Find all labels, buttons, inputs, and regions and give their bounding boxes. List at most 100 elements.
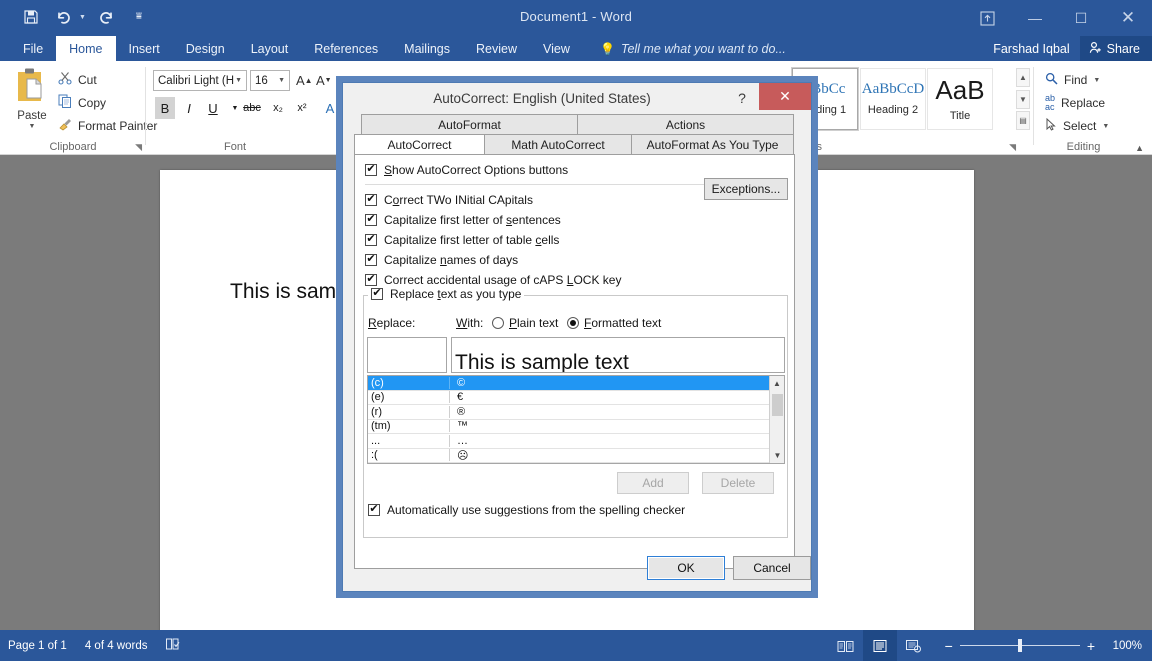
styles-more-icon[interactable]: ▤ — [1016, 111, 1030, 130]
checkbox[interactable]: ✔ — [365, 274, 377, 286]
share-button[interactable]: Share — [1080, 36, 1152, 61]
replace-input[interactable] — [367, 337, 447, 373]
styles-scroll-down-icon[interactable]: ▼ — [1016, 90, 1030, 109]
style-heading-2[interactable]: AaBbCcD Heading 2 — [860, 68, 926, 130]
italic-button[interactable]: I — [179, 97, 199, 119]
help-icon[interactable]: ? — [731, 87, 753, 109]
list-scrollbar[interactable]: ▲ ▼ — [769, 376, 784, 463]
autocorrect-entry-row[interactable]: (tm)™ — [368, 420, 771, 435]
option-replace-text-as-you-type[interactable]: ✔ Replace text as you type — [368, 287, 524, 301]
style-title[interactable]: AaB Title — [927, 68, 993, 130]
account-name[interactable]: Farshad Iqbal — [993, 42, 1079, 56]
minimize-button[interactable]: — — [1012, 0, 1058, 36]
checkbox[interactable]: ✔ — [371, 288, 383, 300]
ribbon-tab-file[interactable]: File — [10, 36, 56, 61]
underline-button[interactable]: U — [203, 97, 223, 119]
maximize-button[interactable]: ☐ — [1058, 0, 1104, 36]
with-input[interactable]: This is sample text — [451, 337, 785, 373]
option-correct-caps-lock[interactable]: ✔ Correct accidental usage of cAPS LOCK … — [365, 273, 621, 287]
radio-formatted-text[interactable]: Formatted text — [567, 316, 661, 330]
autocorrect-entries-list[interactable]: (c)©(e)€(r)®(tm)™...…:(☹ ▲ ▼ — [367, 375, 785, 464]
autocorrect-entry-row[interactable]: :(☹ — [368, 449, 771, 464]
zoom-level[interactable]: 100% — [1102, 640, 1142, 652]
format-painter-button[interactable]: Format Painter — [58, 115, 157, 136]
ribbon-tab-mailings[interactable]: Mailings — [391, 36, 463, 61]
dialog-tab-autoformat-as-you-type[interactable]: AutoFormat As You Type — [631, 134, 794, 155]
styles-scroll-up-icon[interactable]: ▲ — [1016, 68, 1030, 87]
styles-gallery-scrollbar[interactable]: ▲ ▼ ▤ — [1016, 68, 1030, 130]
superscript-button[interactable]: x² — [291, 97, 313, 119]
replace-button[interactable]: abac Replace — [1045, 92, 1105, 114]
option-show-autocorrect-options-buttons[interactable]: ✔ Show AutoCorrect Options buttons — [365, 163, 568, 177]
autocorrect-entry-row[interactable]: (e)€ — [368, 391, 771, 406]
web-layout-view-button[interactable] — [897, 630, 931, 661]
checkbox[interactable]: ✔ — [365, 254, 377, 266]
autocorrect-entry-row[interactable]: (r)® — [368, 405, 771, 420]
add-button[interactable]: Add — [617, 472, 689, 494]
radio-button[interactable] — [567, 317, 579, 329]
select-dropdown-icon[interactable]: ▼ — [1102, 123, 1109, 130]
exceptions-button[interactable]: Exceptions... — [704, 178, 788, 200]
tell-me-search[interactable]: 💡 Tell me what you want to do... — [600, 36, 786, 61]
scroll-down-icon[interactable]: ▼ — [770, 448, 785, 463]
checkbox[interactable]: ✔ — [368, 504, 380, 516]
ribbon-display-options-icon[interactable] — [962, 0, 1012, 36]
zoom-track[interactable] — [960, 645, 1080, 646]
checkbox[interactable]: ✔ — [365, 164, 377, 176]
font-name-dropdown-icon[interactable]: ▼ — [235, 77, 242, 84]
ribbon-tab-view[interactable]: View — [530, 36, 583, 61]
zoom-thumb[interactable] — [1018, 639, 1022, 652]
radio-plain-text[interactable]: Plain text — [492, 316, 558, 330]
zoom-in-button[interactable]: + — [1087, 638, 1095, 654]
collapse-ribbon-icon[interactable]: ▲ — [1135, 143, 1144, 153]
font-name-combobox[interactable]: Calibri Light (H ▼ — [153, 70, 247, 91]
paste-dropdown-icon[interactable]: ▼ — [29, 123, 36, 130]
delete-button[interactable]: Delete — [702, 472, 774, 494]
checkbox[interactable]: ✔ — [365, 214, 377, 226]
zoom-slider[interactable]: − + 100% — [945, 638, 1142, 654]
page-indicator[interactable]: Page 1 of 1 — [8, 640, 67, 652]
ribbon-tab-insert[interactable]: Insert — [116, 36, 173, 61]
dialog-tab-autoformat[interactable]: AutoFormat — [361, 114, 578, 134]
styles-dialog-launcher-icon[interactable]: ◥ — [1009, 142, 1016, 153]
option-capitalize-first-letter-of-sentences[interactable]: ✔ Capitalize first letter of sentences — [365, 213, 561, 227]
scroll-thumb[interactable] — [772, 394, 783, 416]
autocorrect-entry-row[interactable]: (c)© — [368, 376, 771, 391]
close-window-button[interactable]: ✕ — [1104, 0, 1152, 36]
option-correct-two-initial-capitals[interactable]: ✔ Correct TWo INitial CApitals — [365, 193, 533, 207]
clipboard-dialog-launcher-icon[interactable]: ◥ — [135, 142, 142, 153]
ribbon-tab-home[interactable]: Home — [56, 36, 115, 61]
copy-button[interactable]: Copy — [58, 92, 106, 113]
select-button[interactable]: Select ▼ — [1045, 115, 1109, 137]
checkbox[interactable]: ✔ — [365, 194, 377, 206]
font-size-dropdown-icon[interactable]: ▼ — [278, 77, 285, 84]
option-capitalize-first-letter-of-table-cells[interactable]: ✔ Capitalize first letter of table cells — [365, 233, 559, 247]
dialog-tab-autocorrect[interactable]: AutoCorrect — [354, 134, 485, 155]
print-layout-view-button[interactable] — [863, 630, 897, 661]
ribbon-tab-review[interactable]: Review — [463, 36, 530, 61]
ribbon-tab-layout[interactable]: Layout — [238, 36, 302, 61]
radio-button[interactable] — [492, 317, 504, 329]
option-use-spelling-checker-suggestions[interactable]: ✔ Automatically use suggestions from the… — [368, 503, 685, 517]
read-mode-view-button[interactable] — [829, 630, 863, 661]
strikethrough-button[interactable]: abc — [239, 97, 265, 119]
subscript-button[interactable]: x₂ — [267, 97, 289, 119]
ribbon-tab-design[interactable]: Design — [173, 36, 238, 61]
cut-button[interactable]: Cut — [58, 69, 97, 90]
dialog-tab-actions[interactable]: Actions — [577, 114, 794, 134]
paste-button[interactable]: Paste ▼ — [8, 67, 56, 133]
ribbon-tab-references[interactable]: References — [301, 36, 391, 61]
dialog-tab-math-autocorrect[interactable]: Math AutoCorrect — [484, 134, 632, 155]
checkbox[interactable]: ✔ — [365, 234, 377, 246]
font-size-combobox[interactable]: 16 ▼ — [250, 70, 290, 91]
word-count[interactable]: 4 of 4 words — [85, 640, 148, 652]
find-dropdown-icon[interactable]: ▼ — [1093, 77, 1100, 84]
dialog-close-button[interactable]: ✕ — [759, 83, 811, 110]
scroll-up-icon[interactable]: ▲ — [770, 376, 784, 391]
autocorrect-entry-row[interactable]: ...… — [368, 434, 771, 449]
zoom-out-button[interactable]: − — [945, 638, 953, 654]
increase-font-size-icon[interactable]: A▲ — [296, 70, 313, 91]
bold-button[interactable]: B — [155, 97, 175, 119]
cancel-button[interactable]: Cancel — [733, 556, 811, 580]
decrease-font-size-icon[interactable]: A▼ — [316, 70, 332, 91]
